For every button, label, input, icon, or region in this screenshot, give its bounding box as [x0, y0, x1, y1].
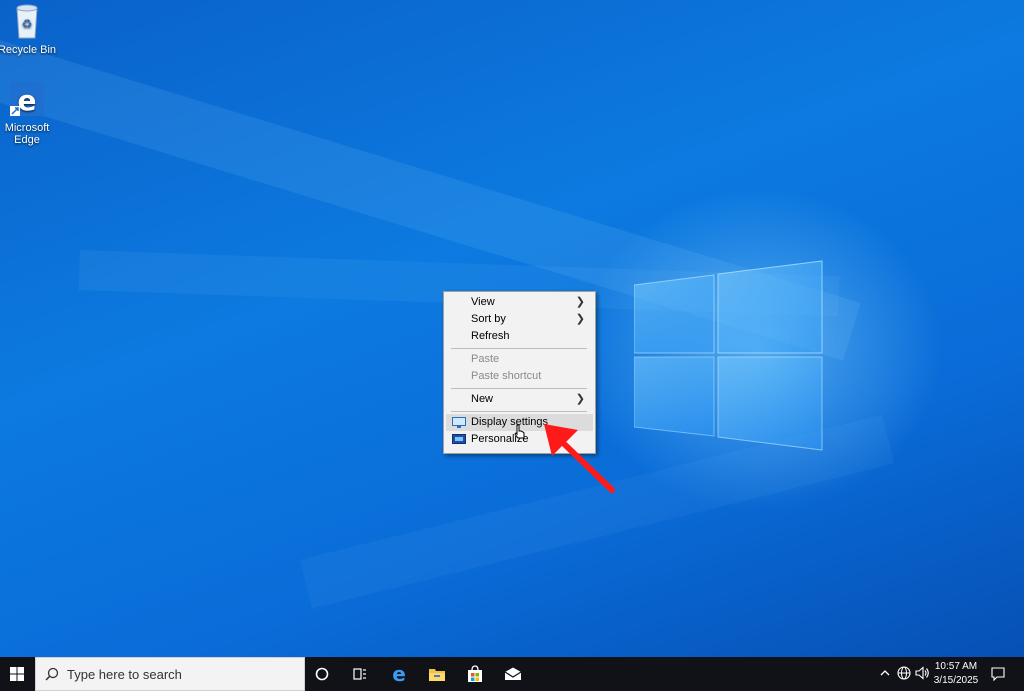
store-icon [468, 665, 482, 682]
chevron-right-icon: ❯ [575, 296, 585, 308]
menu-item-refresh[interactable]: Refresh [446, 328, 593, 345]
clock-time: 10:57 AM [934, 661, 978, 672]
notification-icon [991, 667, 1005, 681]
edge-icon: e [392, 664, 406, 684]
mail-icon [504, 667, 522, 680]
recycle-bin-icon: ♻ [7, 2, 47, 42]
search-placeholder: Type here to search [67, 667, 182, 682]
chevron-right-icon: ❯ [575, 393, 585, 405]
chevron-up-icon [880, 670, 890, 676]
tray-network[interactable] [895, 657, 913, 691]
taskbar-store-button[interactable] [456, 657, 494, 691]
taskbar-mail-button[interactable] [494, 657, 532, 691]
action-center-button[interactable] [986, 657, 1010, 691]
menu-item-view[interactable]: View ❯ [446, 294, 593, 311]
edge-icon: e [7, 80, 47, 120]
desktop[interactable]: ♻ Recycle Bin e Microsoft Edge View ❯ So… [0, 0, 1024, 657]
start-button[interactable] [0, 657, 35, 691]
desktop-icon-label: Recycle Bin [0, 44, 57, 56]
taskbar-edge-button[interactable]: e [380, 657, 418, 691]
menu-separator [451, 348, 587, 349]
svg-text:e: e [18, 84, 37, 117]
chevron-right-icon: ❯ [575, 313, 585, 325]
search-icon [45, 667, 59, 681]
menu-item-new[interactable]: New ❯ [446, 391, 593, 408]
annotation-arrow [544, 424, 615, 493]
menu-item-paste[interactable]: Paste [446, 351, 593, 368]
file-explorer-icon [429, 669, 445, 681]
tray-show-hidden-icons[interactable] [877, 657, 893, 691]
menu-separator [451, 388, 587, 389]
menu-item-paste-shortcut[interactable]: Paste shortcut [446, 368, 593, 385]
windows-start-icon [10, 667, 24, 681]
cortana-icon [315, 667, 329, 681]
desktop-icon-recycle-bin[interactable]: ♻ Recycle Bin [0, 2, 57, 56]
taskbar-clock[interactable]: 10:57 AM 3/15/2025 [928, 660, 984, 688]
svg-text:♻: ♻ [22, 17, 33, 31]
taskbar-file-explorer-button[interactable] [418, 657, 456, 691]
task-view-button[interactable] [341, 657, 379, 691]
svg-text:e: e [392, 664, 406, 684]
windows-logo-wallpaper [634, 260, 823, 451]
display-settings-icon [452, 417, 466, 428]
task-view-icon [353, 668, 366, 680]
clock-date: 3/15/2025 [933, 675, 979, 686]
desktop-icon-microsoft-edge[interactable]: e Microsoft Edge [0, 80, 57, 146]
globe-icon [897, 666, 911, 680]
desktop-icon-label: Microsoft Edge [4, 122, 50, 146]
hand-cursor-icon [514, 424, 525, 439]
taskbar-search-box[interactable]: Type here to search [35, 657, 305, 691]
menu-separator [451, 411, 587, 412]
menu-item-sort-by[interactable]: Sort by ❯ [446, 311, 593, 328]
cortana-button[interactable] [303, 657, 341, 691]
taskbar: Type here to search e 10:57 AM 3/15/2025 [0, 657, 1024, 691]
personalize-icon [452, 434, 466, 444]
